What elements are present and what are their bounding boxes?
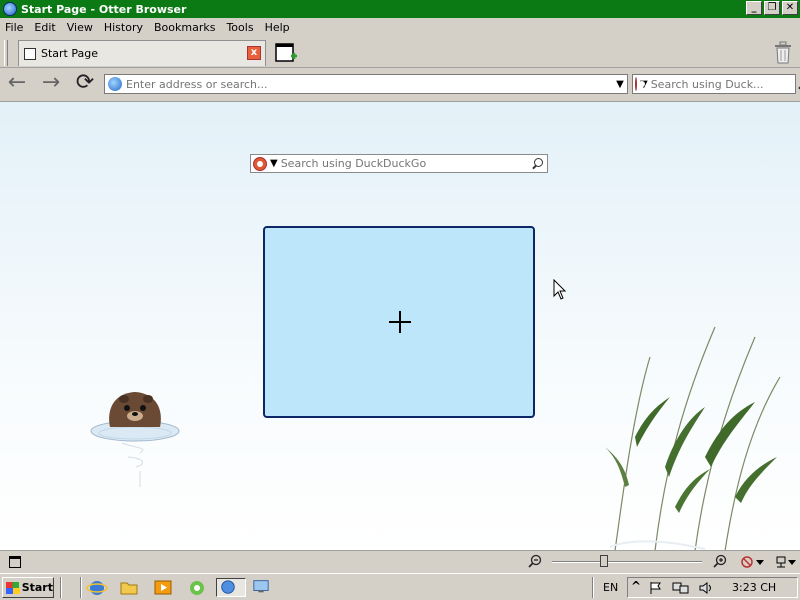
- start-page-search[interactable]: ▼: [250, 154, 548, 173]
- status-bar: [0, 550, 800, 573]
- page-icon: [24, 47, 36, 60]
- restore-button[interactable]: ❐: [764, 1, 780, 15]
- otter-browser-icon: [221, 580, 235, 594]
- reeds-illustration: [605, 326, 781, 550]
- add-speed-dial-tile[interactable]: [263, 226, 535, 418]
- reload-icon[interactable]: ⟳: [72, 72, 98, 96]
- address-input[interactable]: [126, 77, 613, 91]
- tray-expand-icon[interactable]: ^: [631, 579, 641, 593]
- menu-bookmarks[interactable]: Bookmarks: [149, 21, 221, 34]
- menu-tools[interactable]: Tools: [221, 21, 259, 34]
- mouse-cursor-icon: [553, 279, 567, 300]
- duckduckgo-icon[interactable]: [635, 77, 645, 91]
- internet-explorer-icon[interactable]: [86, 578, 108, 597]
- zoom-in-icon[interactable]: [713, 554, 727, 568]
- clock[interactable]: 3:23 CH: [732, 581, 776, 594]
- start-label: Start: [21, 581, 53, 594]
- taskbar-remote-desktop[interactable]: [250, 578, 280, 597]
- network-menu-icon[interactable]: [775, 555, 797, 569]
- window-controls: _ ❐ ✕: [746, 1, 798, 15]
- menu-edit[interactable]: Edit: [29, 21, 61, 34]
- taskbar: Start EN ^ 3:23 CH: [0, 573, 800, 600]
- window-title: Start Page - Otter Browser: [21, 2, 187, 16]
- remote-desktop-icon: [253, 580, 269, 593]
- menu-view[interactable]: View: [62, 21, 99, 34]
- tab-close-button[interactable]: x: [247, 46, 261, 60]
- forward-icon[interactable]: →: [38, 72, 64, 96]
- back-icon[interactable]: ←: [4, 72, 30, 96]
- navigation-bar: ← → ⟳ ▼ ▼: [0, 68, 800, 101]
- tab-start-page[interactable]: Start Page x: [18, 40, 266, 66]
- zoom-slider-thumb[interactable]: [600, 555, 608, 567]
- menu-history[interactable]: History: [99, 21, 149, 34]
- tab-bar: Start Page x: [0, 37, 800, 68]
- language-indicator[interactable]: EN: [603, 581, 618, 594]
- folder-icon[interactable]: [118, 578, 140, 597]
- menu-file[interactable]: File: [0, 21, 29, 34]
- toolbar-grip[interactable]: [4, 40, 8, 66]
- title-bar: Start Page - Otter Browser _ ❐ ✕: [0, 0, 800, 18]
- minimize-button[interactable]: _: [746, 1, 762, 15]
- search-input[interactable]: [650, 77, 796, 91]
- site-icon: [108, 77, 122, 91]
- duckduckgo-icon[interactable]: [253, 156, 267, 171]
- system-tray: ^ 3:23 CH: [627, 577, 798, 598]
- sidebar-toggle-icon[interactable]: [9, 556, 21, 568]
- privacy-menu-icon[interactable]: [740, 555, 766, 569]
- start-page-content: ▼: [0, 101, 800, 550]
- zoom-out-icon[interactable]: [528, 554, 542, 568]
- taskbar-separator: [592, 577, 594, 598]
- taskbar-separator: [60, 577, 62, 598]
- taskbar-otter-browser[interactable]: [216, 578, 246, 597]
- search-icon[interactable]: [530, 157, 544, 171]
- otter-illustration: [90, 392, 180, 487]
- app-icon[interactable]: [186, 578, 208, 597]
- network-icon[interactable]: [672, 581, 690, 595]
- taskbar-separator: [80, 577, 82, 598]
- media-player-icon[interactable]: [152, 578, 174, 597]
- zoom-slider[interactable]: [552, 555, 702, 567]
- start-page-search-input[interactable]: [280, 157, 530, 170]
- address-dropdown-icon[interactable]: ▼: [613, 79, 627, 90]
- address-bar[interactable]: ▼: [104, 74, 628, 94]
- new-tab-icon[interactable]: [274, 41, 298, 65]
- search-engine-dropdown-icon[interactable]: ▼: [270, 158, 278, 169]
- plus-icon: [399, 311, 401, 333]
- menu-bar: File Edit View History Bookmarks Tools H…: [0, 18, 800, 37]
- volume-icon[interactable]: [698, 581, 714, 595]
- start-button[interactable]: Start: [2, 577, 54, 598]
- windows-flag-icon: [6, 581, 20, 594]
- tab-label: Start Page: [41, 47, 98, 60]
- menu-help[interactable]: Help: [260, 21, 296, 34]
- action-center-flag-icon[interactable]: [648, 581, 664, 595]
- search-bar[interactable]: ▼: [632, 74, 800, 94]
- trash-icon[interactable]: [772, 41, 794, 65]
- close-button[interactable]: ✕: [782, 1, 798, 15]
- otter-browser-icon: [3, 2, 17, 16]
